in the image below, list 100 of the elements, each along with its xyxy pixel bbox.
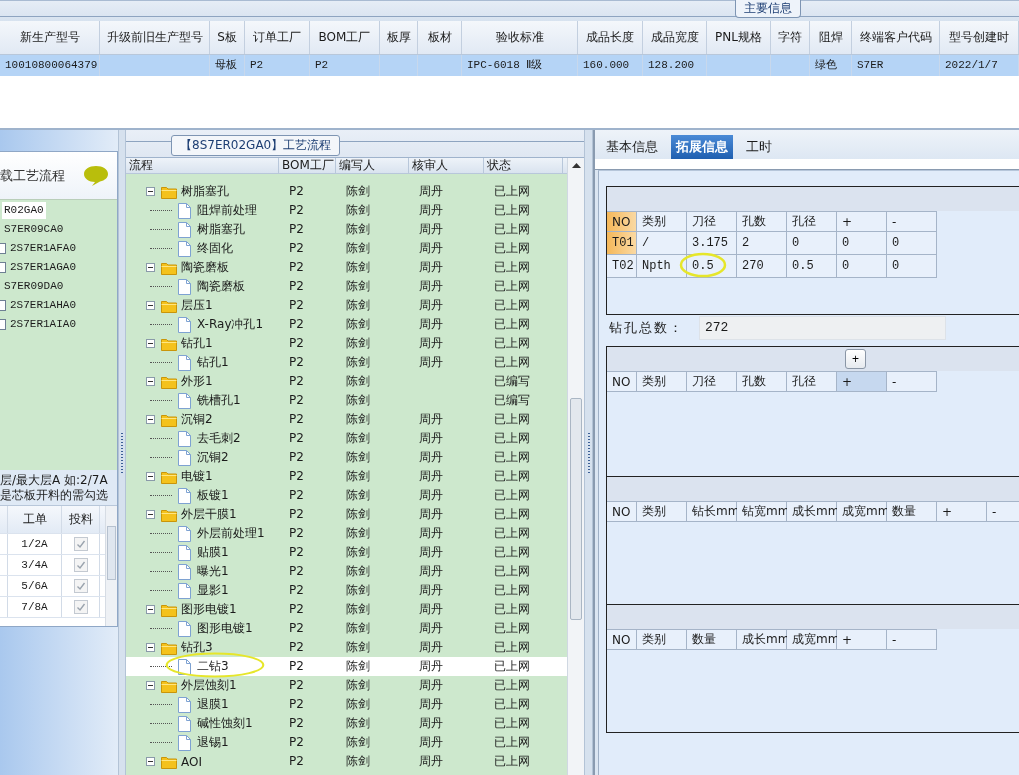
checkbox[interactable] [0, 262, 6, 273]
column-header[interactable]: NO [607, 371, 637, 392]
column-header[interactable]: + [837, 629, 887, 650]
tree-row[interactable]: 沉铜2 P2 陈剑 周丹 已上网 [126, 448, 567, 467]
checkbox[interactable] [0, 319, 6, 330]
column-header[interactable]: 孔径 [787, 211, 837, 232]
column-header[interactable]: 孔数 [737, 211, 787, 232]
tree-item[interactable]: R02GA0 [2, 202, 46, 219]
tree-row[interactable]: 图形电镀1 P2 陈剑 周丹 已上网 [126, 619, 567, 638]
column-header[interactable]: NO [607, 501, 637, 522]
scrollbar[interactable] [105, 506, 117, 626]
tree-item[interactable]: 2S7ER1AFA0 [8, 240, 78, 257]
tree-row[interactable]: 外层干膜1 P2 陈剑 周丹 已上网 [126, 505, 567, 524]
column-header[interactable]: 流程 [126, 158, 279, 173]
column-header[interactable]: + [937, 501, 987, 522]
column-header[interactable]: 投料 [62, 506, 100, 533]
column-header[interactable]: 孔数 [737, 371, 787, 392]
tree-row[interactable]: 外层蚀刻1 P2 陈剑 周丹 已上网 [126, 676, 567, 695]
column-header[interactable]: - [987, 501, 1019, 522]
tree-row[interactable]: 陶瓷磨板 P2 陈剑 周丹 已上网 [126, 258, 567, 277]
column-header[interactable]: 板材 [418, 21, 462, 54]
tree-row[interactable]: 陶瓷磨板 P2 陈剑 周丹 已上网 [126, 277, 567, 296]
tree-row[interactable]: 板镀1 P2 陈剑 周丹 已上网 [126, 486, 567, 505]
tree-item[interactable]: 2S7ER1AGA0 [8, 259, 78, 276]
collapse-icon[interactable] [146, 681, 155, 690]
collapse-icon[interactable] [146, 510, 155, 519]
column-header[interactable]: 终端客户代码 [852, 21, 940, 54]
checkbox[interactable] [0, 300, 6, 311]
tree-row[interactable]: 树脂塞孔 P2 陈剑 周丹 已上网 [126, 182, 567, 201]
column-header[interactable]: 核审人 [409, 158, 484, 173]
column-header[interactable]: - [887, 629, 937, 650]
table-row[interactable]: 10010800064379 母板 P2 P2 IPC-6018 Ⅱ级 160.000 128.200 绿色 S7ER 2022/1/7 [0, 55, 1019, 76]
column-header[interactable]: 类别 [637, 211, 687, 232]
tree-row[interactable]: 退锡1 P2 陈剑 周丹 已上网 [126, 733, 567, 752]
section-tab[interactable]: 主要信息 [735, 0, 801, 18]
column-header[interactable]: 刀径 [687, 371, 737, 392]
column-header[interactable]: NO [607, 211, 637, 232]
tree-row[interactable]: 贴膜1 P2 陈剑 周丹 已上网 [126, 543, 567, 562]
tree-row[interactable]: 图形电镀1 P2 陈剑 周丹 已上网 [126, 600, 567, 619]
tree-row[interactable]: 钻孔1 P2 陈剑 周丹 已上网 [126, 353, 567, 372]
column-header[interactable]: 编写人 [336, 158, 409, 173]
column-header[interactable]: 刀径 [687, 211, 737, 232]
column-header[interactable]: BOM工厂 [279, 158, 336, 173]
tab[interactable]: 工时 [741, 135, 777, 159]
tree-row[interactable]: 电镀1 P2 陈剑 周丹 已上网 [126, 467, 567, 486]
tree-item[interactable]: S7ER09DA0 [2, 278, 66, 295]
tree-row[interactable]: 层压1 P2 陈剑 周丹 已上网 [126, 296, 567, 315]
tree-row[interactable]: 钻孔1 P2 陈剑 周丹 已上网 [126, 334, 567, 353]
tree-item[interactable]: 2S7ER1AIA0 [8, 316, 78, 333]
column-header[interactable]: - [887, 371, 937, 392]
collapse-icon[interactable] [146, 757, 155, 766]
column-header[interactable]: NO [607, 629, 637, 650]
collapse-icon[interactable] [146, 643, 155, 652]
column-header[interactable]: 字符 [771, 21, 810, 54]
column-header[interactable]: 状态 [484, 158, 563, 173]
checkbox[interactable] [0, 243, 6, 254]
splitter-handle[interactable] [118, 130, 126, 775]
scroll-up-icon[interactable] [571, 163, 581, 168]
column-header[interactable]: 验收标准 [462, 21, 578, 54]
collapse-icon[interactable] [146, 377, 155, 386]
tree-row[interactable]: 沉铜2 P2 陈剑 周丹 已上网 [126, 410, 567, 429]
collapse-icon[interactable] [146, 472, 155, 481]
collapse-icon[interactable] [146, 339, 155, 348]
column-header[interactable]: 工单 [8, 506, 62, 533]
tree-row[interactable]: 显影1 P2 陈剑 周丹 已上网 [126, 581, 567, 600]
tab[interactable]: 基本信息 [601, 135, 663, 159]
column-header[interactable]: 类别 [637, 371, 687, 392]
column-header[interactable]: + [837, 211, 887, 232]
column-header[interactable]: - [887, 211, 937, 232]
column-header[interactable]: + [837, 371, 887, 392]
tree-row[interactable]: X-Ray冲孔1 P2 陈剑 周丹 已上网 [126, 315, 567, 334]
tree-row[interactable]: 终固化 P2 陈剑 周丹 已上网 [126, 239, 567, 258]
add-button[interactable]: + [845, 349, 866, 369]
tree-row[interactable]: 退膜1 P2 陈剑 周丹 已上网 [126, 695, 567, 714]
tree-row[interactable]: 外层前处理1 P2 陈剑 周丹 已上网 [126, 524, 567, 543]
column-header[interactable]: 型号创建时 [940, 21, 1019, 54]
column-header[interactable]: BOM工厂 [310, 21, 380, 54]
column-header[interactable]: 阻焊 [810, 21, 852, 54]
column-header[interactable]: 孔径 [787, 371, 837, 392]
scrollbar[interactable] [567, 158, 584, 775]
tree-row[interactable]: AOI P2 陈剑 周丹 已上网 [126, 752, 567, 771]
column-header[interactable]: 成品宽度 [643, 21, 707, 54]
collapse-icon[interactable] [146, 263, 155, 272]
tab[interactable]: 拓展信息 [671, 135, 733, 159]
collapse-icon[interactable] [146, 301, 155, 310]
tree-item[interactable]: S7ER09CA0 [2, 221, 66, 238]
column-header[interactable]: 订单工厂 [245, 21, 310, 54]
tree-row[interactable]: 外形1 P2 陈剑 已编写 [126, 372, 567, 391]
column-header[interactable]: 数量 [887, 501, 937, 522]
column-header[interactable]: 类别 [637, 501, 687, 522]
collapse-icon[interactable] [146, 187, 155, 196]
column-header[interactable]: 升级前旧生产型号 [100, 21, 210, 54]
column-header[interactable]: 新生产型号 [0, 21, 100, 54]
tree-row[interactable]: 碱性蚀刻1 P2 陈剑 周丹 已上网 [126, 714, 567, 733]
splitter-handle[interactable] [584, 130, 593, 775]
collapse-icon[interactable] [146, 415, 155, 424]
tree-row[interactable]: 曝光1 P2 陈剑 周丹 已上网 [126, 562, 567, 581]
column-header[interactable]: 类别 [637, 629, 687, 650]
tree-row[interactable]: 钻孔3 P2 陈剑 周丹 已上网 [126, 638, 567, 657]
tree-row[interactable]: 阻焊前处理 P2 陈剑 周丹 已上网 [126, 201, 567, 220]
